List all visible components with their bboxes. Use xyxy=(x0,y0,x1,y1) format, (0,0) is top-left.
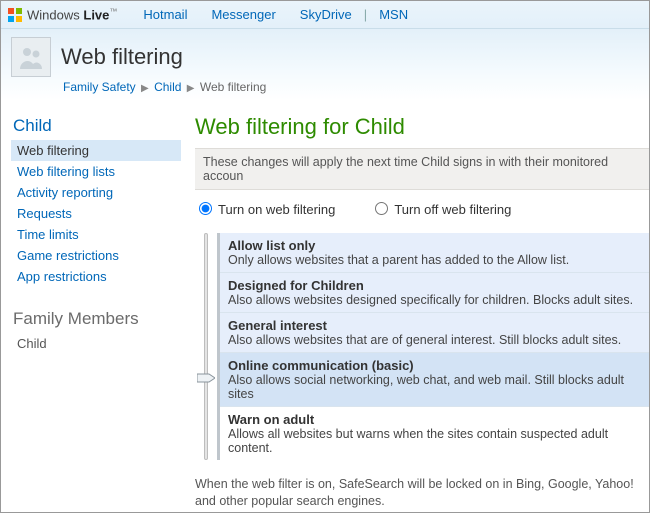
sidebar-item-app-restrictions[interactable]: App restrictions xyxy=(11,266,181,287)
level-desc: Only allows websites that a parent has a… xyxy=(228,253,641,267)
slider-thumb-icon[interactable] xyxy=(197,372,215,384)
chevron-right-icon: ▶ xyxy=(185,83,197,94)
level-slider[interactable] xyxy=(195,233,217,460)
radio-turn-on-input[interactable] xyxy=(199,202,212,215)
crumb-child[interactable]: Child xyxy=(154,80,181,94)
level-online-communication[interactable]: Online communication (basic) Also allows… xyxy=(220,352,649,406)
nav-skydrive[interactable]: SkyDrive xyxy=(288,7,364,22)
radio-turn-on-label: Turn on web filtering xyxy=(218,202,335,217)
windows-flag-icon xyxy=(7,7,23,23)
sidebar-item-web-filtering[interactable]: Web filtering xyxy=(11,140,181,161)
level-desc: Allows all websites but warns when the s… xyxy=(228,427,641,455)
level-name: Allow list only xyxy=(228,238,641,253)
sidebar-item-activity-reporting[interactable]: Activity reporting xyxy=(11,182,181,203)
main-content: Web filtering for Child These changes wi… xyxy=(181,100,649,520)
level-allow-list-only[interactable]: Allow list only Only allows websites tha… xyxy=(220,233,649,272)
level-warn-on-adult[interactable]: Warn on adult Allows all websites but wa… xyxy=(220,406,649,460)
nav-msn[interactable]: MSN xyxy=(367,7,420,22)
filtering-toggle-group: Turn on web filtering Turn off web filte… xyxy=(199,202,649,217)
avatar xyxy=(11,37,51,77)
chevron-right-icon: ▶ xyxy=(139,83,151,94)
crumb-family-safety[interactable]: Family Safety xyxy=(63,80,136,94)
level-name: General interest xyxy=(228,318,641,333)
sidebar-item-requests[interactable]: Requests xyxy=(11,203,181,224)
page-header: Web filtering Family Safety ▶ Child ▶ We… xyxy=(1,29,649,100)
sidebar-heading-child[interactable]: Child xyxy=(13,116,181,136)
page-title: Web filtering xyxy=(61,44,183,70)
crumb-current: Web filtering xyxy=(200,80,266,94)
level-designed-for-children[interactable]: Designed for Children Also allows websit… xyxy=(220,272,649,312)
level-name: Designed for Children xyxy=(228,278,641,293)
level-desc: Also allows websites that are of general… xyxy=(228,333,641,347)
radio-turn-off[interactable]: Turn off web filtering xyxy=(375,202,511,217)
sidebar-heading-family: Family Members xyxy=(13,309,181,329)
sidebar-member-child[interactable]: Child xyxy=(11,333,181,354)
filtering-level-block: Allow list only Only allows websites tha… xyxy=(195,233,649,460)
level-name: Warn on adult xyxy=(228,412,641,427)
sidebar-item-game-restrictions[interactable]: Game restrictions xyxy=(11,245,181,266)
info-banner: These changes will apply the next time C… xyxy=(195,148,649,190)
radio-turn-off-input[interactable] xyxy=(375,202,388,215)
level-list: Allow list only Only allows websites tha… xyxy=(217,233,649,460)
sidebar-item-web-filtering-lists[interactable]: Web filtering lists xyxy=(11,161,181,182)
sidebar: Child Web filtering Web filtering lists … xyxy=(1,100,181,520)
content-heading: Web filtering for Child xyxy=(195,114,649,140)
radio-turn-off-label: Turn off web filtering xyxy=(394,202,511,217)
nav-hotmail[interactable]: Hotmail xyxy=(131,7,199,22)
level-desc: Also allows social networking, web chat,… xyxy=(228,373,641,401)
nav-messenger[interactable]: Messenger xyxy=(199,7,287,22)
top-nav: Windows Live™ Hotmail Messenger SkyDrive… xyxy=(1,1,649,29)
sidebar-item-time-limits[interactable]: Time limits xyxy=(11,224,181,245)
radio-turn-on[interactable]: Turn on web filtering xyxy=(199,202,335,217)
brand-label: Windows Live™ xyxy=(27,7,117,22)
footnote: When the web filter is on, SafeSearch wi… xyxy=(195,476,649,510)
level-desc: Also allows websites designed specifical… xyxy=(228,293,641,307)
level-name: Online communication (basic) xyxy=(228,358,641,373)
level-general-interest[interactable]: General interest Also allows websites th… xyxy=(220,312,649,352)
breadcrumb: Family Safety ▶ Child ▶ Web filtering xyxy=(63,80,637,94)
